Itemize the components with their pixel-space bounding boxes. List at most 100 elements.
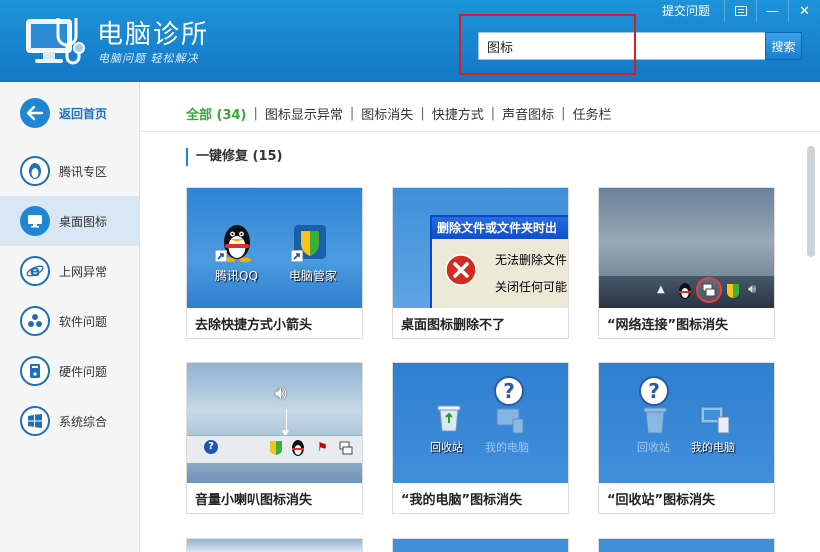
card-caption: “回收站”图标消失 [607,493,716,508]
recycle-bin-icon-faded [643,407,667,434]
filter-tabs: 全部 (34) | 图标显示异常 | 图标消失 | 快捷方式 | 声音图标 | … [186,103,612,123]
desktop-icon-label: 我的电脑 [485,441,529,454]
pc-manager-tray-icon [727,284,739,298]
sidebar-item-system[interactable]: 系统综合 [0,396,139,446]
card-thumbnail: ▲ 🔊︎ [599,188,774,308]
sidebar-item-label: 腾讯专区 [59,164,108,179]
tab-separator: | [490,105,496,121]
error-x-icon [445,254,477,286]
tab-sound-icon[interactable]: 声音图标 [502,104,554,123]
volume-tray-icon: 🔊︎ [748,282,757,297]
network-connection-icon [702,283,716,297]
fix-card-desktop-icon-undeletable[interactable]: 删除文件或文件夹时出 无法删除文件 关闭任何可能 桌面图标删除不了 [392,187,569,339]
fix-card-network-icon-missing[interactable]: ▲ 🔊︎ “网络连接”图标消失 [598,187,775,339]
hardware-icon [20,356,50,386]
shortcut-arrow-icon [215,250,227,262]
desktop-icon-label: 我的电脑 [691,441,735,454]
tab-all[interactable]: 全部 (34) [186,104,247,123]
window-controls: 提交问题 — ✕ [648,0,820,22]
my-computer-icon-faded [496,408,524,434]
card-caption: “我的电脑”图标消失 [401,493,523,508]
tab-separator: | [253,105,258,121]
speaker-icon: 🔊︎ [275,383,287,404]
sidebar-item-software[interactable]: 软件问题 [0,296,139,346]
fix-card-volume-icon-missing[interactable]: 🔊︎ ▼ ? ⚑ 音量小喇叭图标消失 [186,362,363,514]
card-caption: 音量小喇叭图标消失 [195,493,313,508]
tab-separator: | [420,105,425,121]
menu-icon [734,6,747,16]
sidebar-item-label: 系统综合 [59,414,108,429]
desktop-icon-label: 回收站 [430,441,463,454]
card-caption: 桌面图标删除不了 [401,318,506,333]
sidebar-item-label: 软件问题 [59,314,108,329]
tab-taskbar[interactable]: 任务栏 [573,104,612,123]
card-peek[interactable] [598,538,775,552]
desktop-icon-label: 回收站 [637,441,670,454]
tab-icon-display-abnormal[interactable]: 图标显示异常 [265,104,343,123]
sidebar-item-internet[interactable]: e 上网异常 [0,246,139,296]
sidebar-item-label: 桌面图标 [59,214,108,229]
card-caption: “网络连接”图标消失 [607,318,729,333]
sidebar-item-hardware[interactable]: 硬件问题 [0,346,139,396]
close-button[interactable]: ✕ [788,0,820,22]
error-dialog-text: 无法删除文件 [495,253,568,267]
tab-separator: | [349,105,355,121]
penguin-icon [20,156,50,186]
fix-card-recycle-bin-icon-missing[interactable]: ? 回收站 我的电脑 “回收站”图标消失 [598,362,775,514]
sidebar-item-desktop-icons[interactable]: 桌面图标 [0,196,139,246]
back-arrow-icon [20,98,50,128]
menu-button[interactable] [724,0,756,22]
tray-chevron-icon: ▲ [657,284,665,295]
tab-separator: | [561,105,566,121]
scrollbar-thumb[interactable] [807,146,815,257]
tab-shortcut[interactable]: 快捷方式 [432,104,484,123]
card-peek[interactable] [186,538,363,552]
search-box: 搜索 [478,32,802,60]
search-input[interactable] [478,32,765,60]
card-thumbnail: 🔊︎ ▼ ? ⚑ [187,363,362,483]
sidebar-item-label: 硬件问题 [59,364,108,379]
sidebar-item-tencent[interactable]: 腾讯专区 [0,146,139,196]
card-thumbnail: 回收站 ? 我的电脑 [393,363,568,483]
question-mark-icon: ? [494,376,524,406]
submit-issue-link[interactable]: 提交问题 [648,0,724,22]
computer-stethoscope-logo-icon [26,18,85,65]
flag-error-icon: ⚑ [317,440,328,454]
divider [140,131,820,132]
card-thumbnail: 腾讯QQ 电脑管家 [187,188,362,308]
tab-icon-missing[interactable]: 图标消失 [361,104,413,123]
my-computer-icon [700,406,730,434]
sidebar-item-back-home[interactable]: 返回首页 [0,88,139,138]
fix-card-remove-shortcut-arrow[interactable]: 腾讯QQ 电脑管家 去除快捷方式小箭头 [186,187,363,339]
sidebar-item-label: 上网异常 [59,264,108,279]
sidebar-item-label: 返回首页 [59,106,108,121]
qq-tray-icon [679,283,691,299]
desktop-icon-label: 腾讯QQ [215,269,258,283]
section-title: 一键修复 (15) [186,148,283,166]
app-title: 电脑诊所 [97,20,210,50]
windows-icon [20,406,50,436]
question-mark-icon: ? [639,376,669,406]
sidebar: 返回首页 腾讯专区 桌面图标 e 上网异常 软件问题 硬件问题 系统综合 [0,82,140,552]
desktop-icon-label: 电脑管家 [289,269,338,283]
pc-manager-tray-icon [270,441,282,455]
card-thumbnail: 删除文件或文件夹时出 无法删除文件 关闭任何可能 [393,188,568,308]
shortcut-arrow-icon [291,250,303,262]
app-slogan: 电脑问题 轻松解决 [98,52,199,65]
software-icon [20,306,50,336]
search-button[interactable]: 搜索 [765,32,802,60]
qq-tray-icon [292,440,304,456]
monitor-icon [20,206,50,236]
recycle-bin-icon [437,405,461,432]
card-caption: 去除快捷方式小箭头 [195,318,313,333]
help-icon: ? [204,440,218,454]
error-dialog-titlebar: 删除文件或文件夹时出 [432,217,568,239]
ie-browser-icon: e [20,256,50,286]
error-dialog-text: 关闭任何可能 [495,280,568,294]
minimize-button[interactable]: — [756,0,788,22]
network-connection-icon [339,441,353,455]
error-dialog: 删除文件或文件夹时出 无法删除文件 关闭任何可能 [430,215,568,308]
fix-card-my-computer-icon-missing[interactable]: 回收站 ? 我的电脑 “我的电脑”图标消失 [392,362,569,514]
card-thumbnail: ? 回收站 我的电脑 [599,363,774,483]
card-peek[interactable] [392,538,569,552]
